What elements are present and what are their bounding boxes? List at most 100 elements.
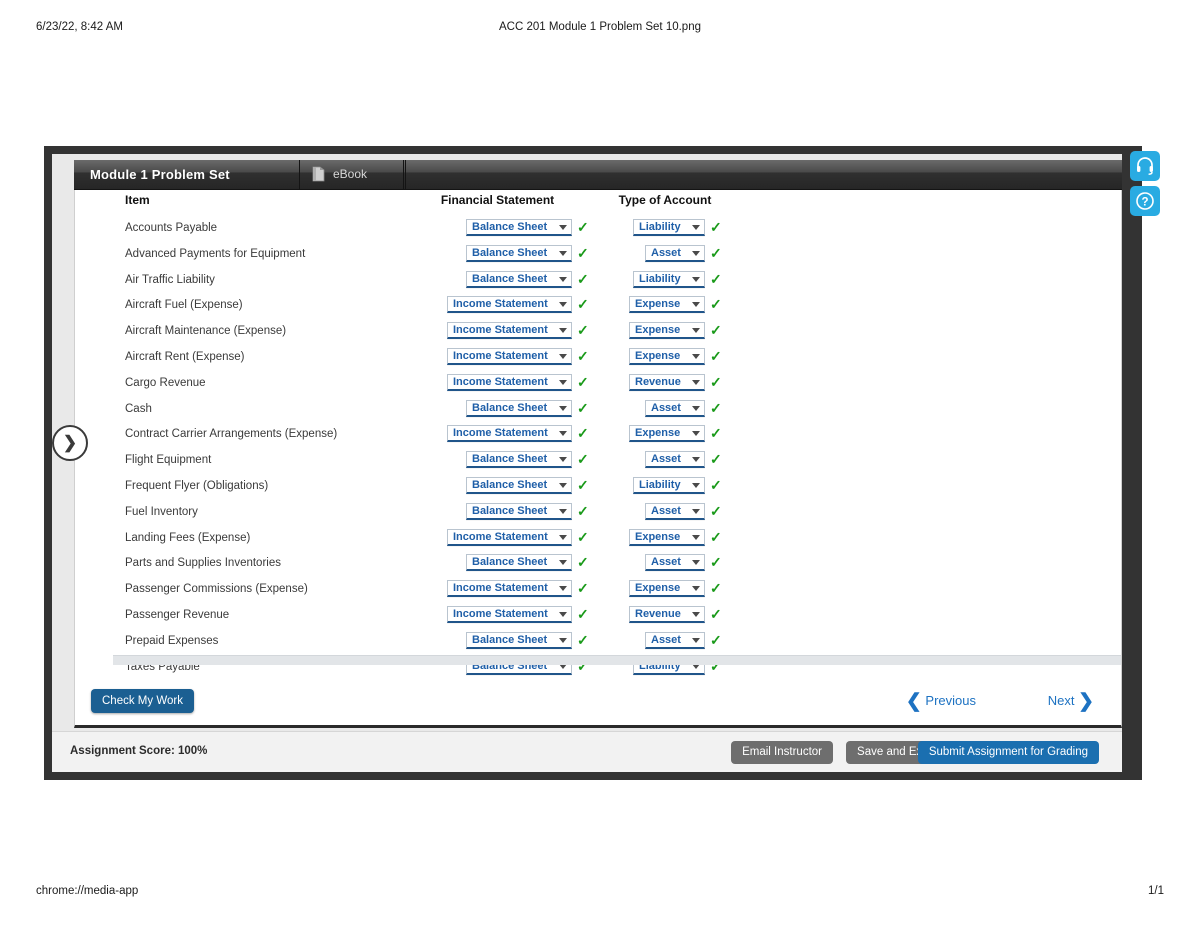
type-of-account-select[interactable]: Asset: [645, 451, 705, 469]
type-of-account-select[interactable]: Revenue: [629, 373, 705, 391]
type-of-account-select[interactable]: Asset: [645, 244, 705, 262]
previous-label: Previous: [925, 693, 976, 708]
chevron-left-icon: ❮: [905, 691, 922, 712]
financial-statement-select[interactable]: Balance Sheet: [466, 631, 572, 649]
type-of-account-select[interactable]: Asset: [645, 399, 705, 417]
financial-statement-select[interactable]: Balance Sheet: [466, 476, 572, 494]
financial-statement-select[interactable]: Balance Sheet: [466, 399, 572, 417]
assignment-statusbar: Assignment Score: 100% Email Instructor …: [52, 731, 1122, 772]
type-of-account-select[interactable]: Expense: [629, 528, 705, 546]
support-headset-icon[interactable]: [1130, 151, 1160, 181]
financial-statement-cell: Balance Sheet ✓: [414, 502, 589, 520]
financial-statement-selected-value: Income Statement: [453, 349, 548, 362]
financial-statement-selected-value: Income Statement: [453, 324, 548, 337]
type-of-account-select[interactable]: Liability: [633, 270, 705, 288]
type-of-account-select[interactable]: Asset: [645, 554, 705, 572]
type-of-account-cell: Expense ✓: [580, 580, 722, 598]
financial-statement-cell: Balance Sheet ✓: [414, 399, 589, 417]
table-row: Cargo Revenue Income Statement ✓ Revenue ✓: [75, 373, 1121, 399]
print-footer-page: 1/1: [1148, 885, 1164, 897]
row-item-label: Aircraft Fuel (Expense): [125, 299, 243, 312]
financial-statement-select[interactable]: Balance Sheet: [466, 451, 572, 469]
row-item-label: Parts and Supplies Inventories: [125, 557, 281, 570]
financial-statement-select[interactable]: Income Statement: [447, 528, 572, 546]
financial-statement-select[interactable]: Income Statement: [447, 296, 572, 314]
type-of-account-cell: Expense ✓: [580, 528, 722, 546]
type-of-account-selected-value: Liability: [639, 478, 681, 491]
table-row: Advanced Payments for Equipment Balance S…: [75, 244, 1121, 270]
print-footer: chrome://media-app 1/1: [0, 885, 1200, 901]
help-question-icon[interactable]: ?: [1130, 186, 1160, 216]
email-instructor-button[interactable]: Email Instructor: [731, 741, 833, 764]
financial-statement-select[interactable]: Balance Sheet: [466, 244, 572, 262]
type-of-account-cell: Asset ✓: [580, 631, 722, 649]
application-inner-panel: Module 1 Problem Set eBook Item Financia…: [52, 154, 1122, 772]
chevron-down-icon: [559, 302, 567, 308]
financial-statement-select[interactable]: Income Statement: [447, 425, 572, 443]
chevron-down-icon: [559, 482, 567, 488]
financial-statement-cell: Income Statement ✓: [414, 347, 589, 365]
type-of-account-select[interactable]: Liability: [633, 219, 705, 236]
financial-statement-select[interactable]: Balance Sheet: [466, 219, 572, 236]
assignment-score: Assignment Score: 100%: [70, 745, 208, 757]
chevron-down-icon: [559, 611, 567, 617]
next-button[interactable]: Next ❯: [1048, 690, 1094, 713]
financial-statement-cell: Income Statement ✓: [414, 425, 589, 443]
column-header-item: Item: [125, 193, 150, 207]
type-of-account-select[interactable]: Expense: [629, 580, 705, 598]
type-of-account-select[interactable]: Asset: [645, 502, 705, 520]
type-of-account-selected-value: Revenue: [635, 607, 681, 620]
financial-statement-cell: Income Statement ✓: [414, 373, 589, 391]
type-of-account-select[interactable]: Expense: [629, 347, 705, 365]
financial-statement-cell: Balance Sheet ✓: [414, 554, 589, 572]
table-row: Aircraft Fuel (Expense) Income Statement ✓…: [75, 295, 1121, 321]
submit-assignment-button[interactable]: Submit Assignment for Grading: [917, 741, 1099, 764]
type-of-account-selected-value: Expense: [635, 324, 681, 337]
financial-statement-select[interactable]: Income Statement: [447, 605, 572, 623]
financial-statement-selected-value: Income Statement: [453, 530, 548, 543]
type-of-account-correct-checkmark: ✓: [710, 605, 722, 622]
type-of-account-selected-value: Expense: [635, 427, 681, 440]
type-of-account-select[interactable]: Expense: [629, 322, 705, 340]
type-of-account-select[interactable]: Asset: [645, 631, 705, 649]
chevron-down-icon: [559, 637, 567, 643]
application-frame: Module 1 Problem Set eBook Item Financia…: [44, 146, 1142, 780]
financial-statement-select[interactable]: Income Statement: [447, 580, 572, 598]
chevron-down-icon: [559, 431, 567, 437]
row-item-label: Prepaid Expenses: [125, 634, 219, 647]
type-of-account-select[interactable]: Expense: [629, 296, 705, 314]
table-row: Contract Carrier Arrangements (Expense) I…: [75, 424, 1121, 450]
type-of-account-select[interactable]: Revenue: [629, 605, 705, 623]
financial-statement-select[interactable]: Income Statement: [447, 373, 572, 391]
previous-button[interactable]: ❮ Previous: [906, 690, 976, 713]
financial-statement-cell: Balance Sheet ✓: [414, 219, 589, 236]
type-of-account-selected-value: Asset: [651, 246, 681, 259]
type-of-account-select[interactable]: Liability: [633, 476, 705, 494]
financial-statement-select[interactable]: Income Statement: [447, 347, 572, 365]
sidebar-expand-toggle[interactable]: ❯: [52, 425, 88, 461]
type-of-account-correct-checkmark: ✓: [710, 347, 722, 364]
financial-statement-select[interactable]: Balance Sheet: [466, 270, 572, 288]
page-title: Module 1 Problem Set: [90, 167, 230, 182]
table-row: Cash Balance Sheet ✓ Asset ✓: [75, 399, 1121, 425]
type-of-account-cell: Liability ✓: [580, 476, 722, 494]
chevron-down-icon: [692, 482, 700, 488]
chevron-down-icon: [559, 379, 567, 385]
financial-statement-cell: Balance Sheet ✓: [414, 244, 589, 262]
financial-statement-selected-value: Balance Sheet: [472, 246, 548, 259]
type-of-account-correct-checkmark: ✓: [710, 425, 722, 442]
table-row: Aircraft Rent (Expense) Income Statement ✓…: [75, 347, 1121, 373]
tab-ebook[interactable]: eBook: [299, 160, 404, 189]
type-of-account-correct-checkmark: ✓: [710, 554, 722, 571]
financial-statement-selected-value: Income Statement: [453, 375, 548, 388]
financial-statement-cell: Income Statement ✓: [414, 296, 589, 314]
financial-statement-selected-value: Balance Sheet: [472, 633, 548, 646]
financial-statement-select[interactable]: Balance Sheet: [466, 554, 572, 572]
financial-statement-select[interactable]: Income Statement: [447, 322, 572, 340]
check-my-work-button[interactable]: Check My Work: [91, 689, 194, 713]
type-of-account-selected-value: Expense: [635, 582, 681, 595]
financial-statement-select[interactable]: Balance Sheet: [466, 502, 572, 520]
chevron-down-icon: [692, 637, 700, 643]
type-of-account-select[interactable]: Expense: [629, 425, 705, 443]
content-scroll-rail[interactable]: [113, 655, 1121, 665]
